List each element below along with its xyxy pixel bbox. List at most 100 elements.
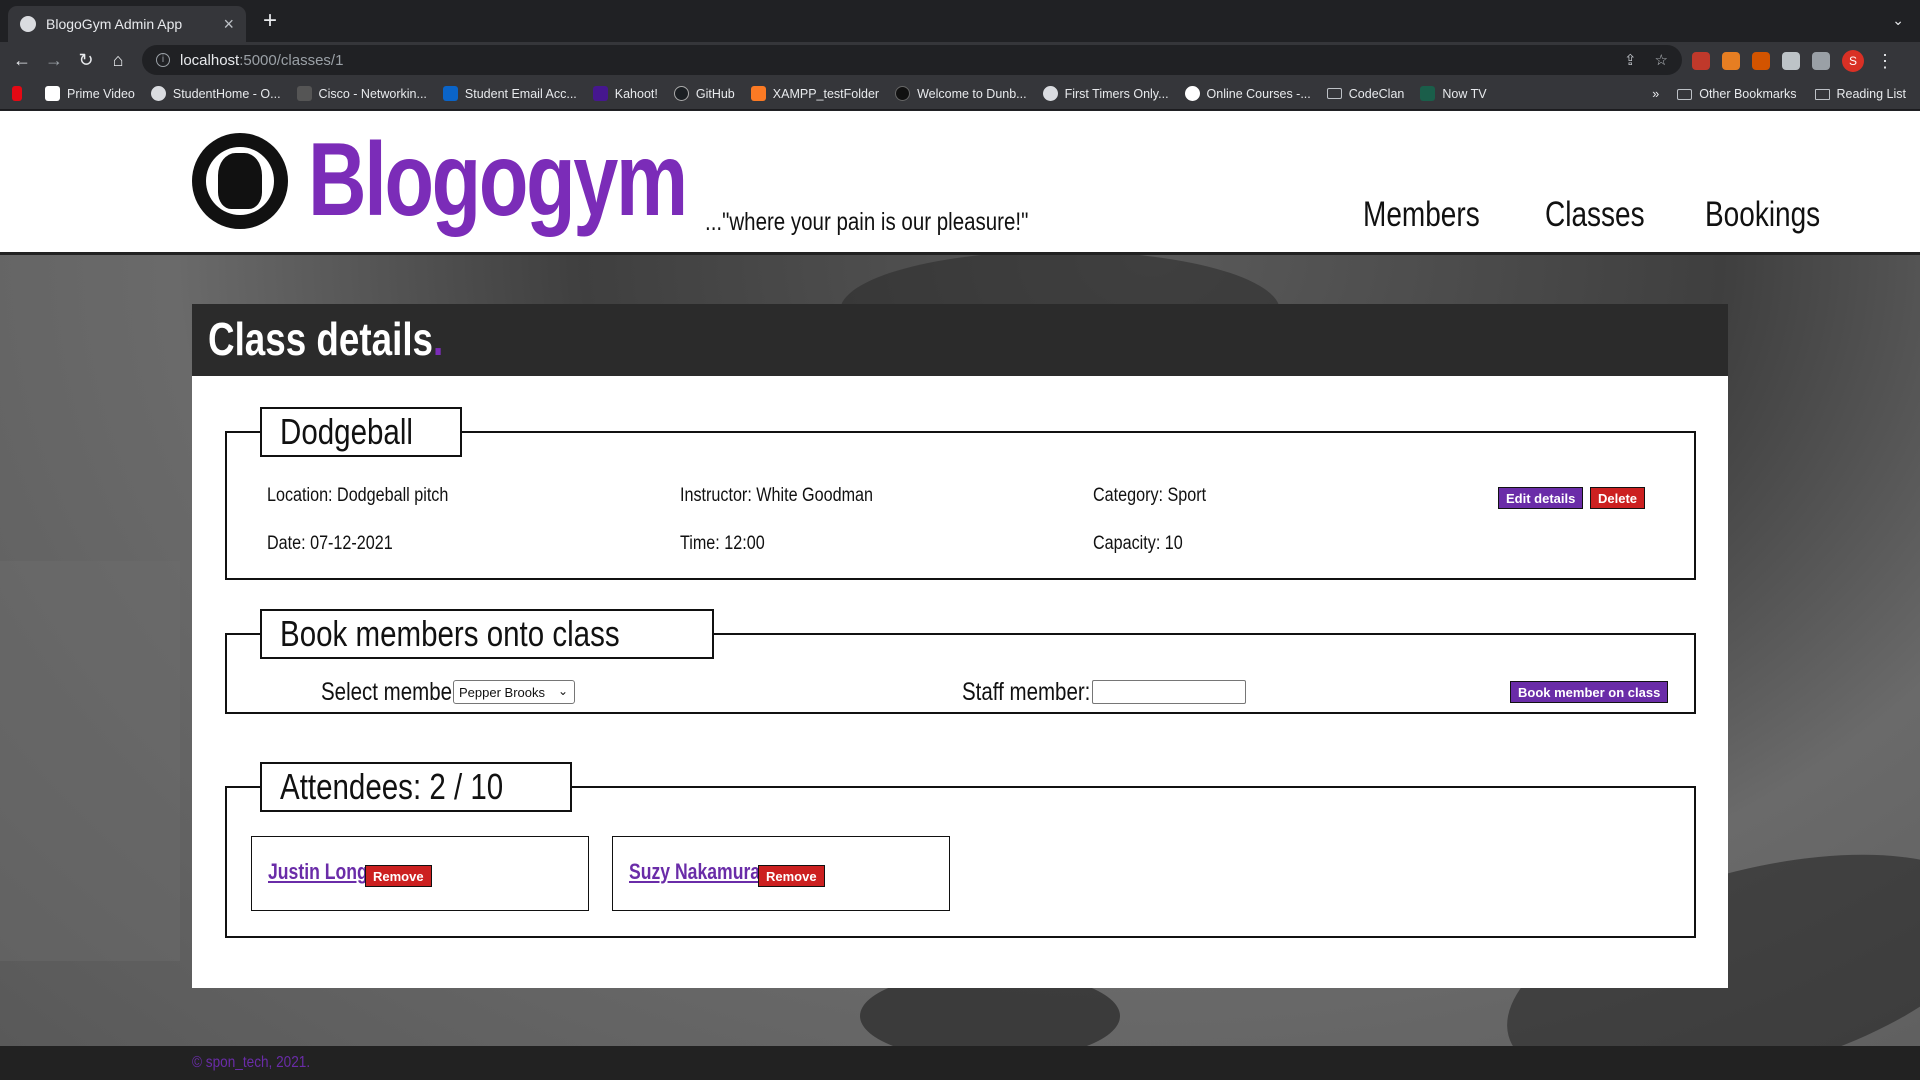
background-shape — [0, 561, 180, 961]
class-category: Category: Sport — [1093, 485, 1207, 506]
title-dot: . — [433, 313, 444, 365]
browser-menu-icon[interactable]: ⋮ — [1876, 51, 1894, 72]
nav-members[interactable]: Members — [1363, 195, 1480, 235]
bookmark-item[interactable]: First Timers Only... — [1042, 86, 1169, 101]
extensions-puzzle-icon[interactable] — [1812, 52, 1830, 70]
site-info-icon[interactable]: i — [156, 53, 170, 67]
bookmark-item[interactable]: Online Courses -... — [1184, 86, 1311, 101]
bookmark-item[interactable]: Kahoot! — [592, 86, 658, 101]
bookmark-netflix[interactable] — [12, 86, 29, 101]
nowtv-icon — [1420, 86, 1436, 101]
edit-details-button[interactable]: Edit details — [1498, 487, 1584, 509]
extension-icon-3[interactable] — [1782, 52, 1800, 70]
other-bookmarks-folder[interactable]: Other Bookmarks — [1677, 87, 1797, 101]
folder-icon — [1677, 88, 1693, 100]
chevron-down-icon: ⌄ — [557, 684, 568, 698]
open-university-icon — [1184, 86, 1200, 101]
back-icon[interactable]: ← — [10, 48, 34, 72]
site-footer: © spon_tech, 2021. — [0, 1046, 1920, 1080]
attendee-link[interactable]: Suzy Nakamura — [629, 859, 760, 885]
attendees-count: Attendees: 2 / 10 — [280, 766, 504, 807]
share-icon[interactable]: ⇪ — [1624, 51, 1637, 69]
main-nav: Members Classes Bookings — [1363, 195, 1849, 235]
select-member-label: Select member: — [321, 678, 465, 706]
class-name-legend: Dodgeball — [260, 407, 463, 457]
page-title-text: Class details — [208, 313, 434, 365]
attendee-card: Justin Long Remove — [251, 836, 589, 911]
bookmark-item[interactable]: GitHub — [673, 86, 735, 101]
staff-member-input[interactable] — [1092, 680, 1246, 704]
bookmark-item[interactable]: Prime Video — [45, 86, 135, 101]
logo-bodybuilder — [218, 153, 262, 209]
more-bookmarks-button[interactable]: » — [1652, 87, 1659, 101]
remove-attendee-button[interactable]: Remove — [758, 865, 825, 887]
footer-copyright: © spon_tech, 2021. — [192, 1054, 311, 1071]
reading-list-icon — [1814, 88, 1830, 100]
netflix-icon — [12, 86, 22, 101]
remove-attendee-button[interactable]: Remove — [365, 865, 432, 887]
tab-search-icon[interactable]: ⌄ — [1892, 12, 1904, 29]
selected-member: Pepper Brooks — [459, 684, 545, 700]
booking-legend: Book members onto class — [260, 609, 715, 659]
staff-member-label: Staff member: — [962, 678, 1091, 706]
new-tab-button[interactable]: + — [258, 9, 282, 34]
class-capacity: Capacity: 10 — [1093, 533, 1183, 554]
home-icon[interactable]: ⌂ — [106, 48, 130, 72]
kahoot-icon — [592, 86, 608, 101]
class-instructor: Instructor: White Goodman — [680, 485, 873, 506]
bookmark-item[interactable]: StudentHome - O... — [150, 86, 281, 101]
bookmarks-bar: Prime Video StudentHome - O... Cisco - N… — [0, 78, 1920, 110]
globe-icon — [20, 16, 36, 32]
booking-legend-text: Book members onto class — [280, 613, 620, 654]
nav-bookings[interactable]: Bookings — [1705, 195, 1820, 235]
address-bar[interactable]: i localhost:5000/classes/1 ⇪ ☆ — [142, 45, 1682, 75]
member-select[interactable]: Pepper Brooks ⌄ — [453, 680, 575, 704]
page-title: Class details. — [208, 312, 443, 366]
bookmark-item[interactable]: Cisco - Networkin... — [296, 86, 427, 101]
globe-icon — [1042, 86, 1058, 101]
class-details-fieldset: Dodgeball Location: Dodgeball pitch Inst… — [225, 407, 1696, 580]
panel-header: Class details. — [192, 304, 1728, 376]
extension-icon-1[interactable] — [1692, 52, 1710, 70]
forward-icon[interactable]: → — [42, 48, 66, 72]
cisco-icon — [296, 86, 312, 101]
class-name: Dodgeball — [280, 411, 413, 452]
reading-list-button[interactable]: Reading List — [1814, 87, 1906, 101]
attendee-link[interactable]: Justin Long — [268, 859, 368, 885]
bookmark-item[interactable]: Now TV — [1420, 86, 1487, 101]
panel-body: Dodgeball Location: Dodgeball pitch Inst… — [192, 376, 1728, 988]
amazon-icon — [45, 86, 60, 101]
folder-icon — [1326, 88, 1342, 99]
class-time: Time: 12:00 — [680, 533, 765, 554]
nav-classes[interactable]: Classes — [1545, 195, 1645, 235]
outlook-icon — [442, 86, 458, 101]
attendees-legend: Attendees: 2 / 10 — [260, 762, 573, 812]
logo-icon[interactable] — [192, 133, 288, 229]
dunbar-icon — [895, 86, 911, 101]
bookmark-item[interactable]: CodeClan — [1326, 87, 1404, 101]
brand-name[interactable]: Blogogym — [308, 121, 688, 240]
book-member-button[interactable]: Book member on class — [1510, 681, 1669, 703]
browser-tab[interactable]: BlogoGym Admin App × — [8, 6, 246, 42]
class-date: Date: 07-12-2021 — [267, 533, 393, 554]
bookmark-star-icon[interactable]: ☆ — [1655, 51, 1668, 69]
rss-icon[interactable] — [1722, 52, 1740, 70]
reload-icon[interactable]: ↻ — [74, 48, 98, 72]
tagline: ..."where your pain is our pleasure!" — [705, 208, 1029, 236]
attendee-card: Suzy Nakamura Remove — [612, 836, 950, 911]
attendees-fieldset: Attendees: 2 / 10 Justin Long Remove Suz… — [225, 762, 1696, 938]
delete-button[interactable]: Delete — [1590, 487, 1646, 509]
bookmark-item[interactable]: Student Email Acc... — [442, 86, 577, 101]
url-host: localhost — [180, 51, 240, 69]
extension-icon-2[interactable] — [1752, 52, 1770, 70]
profile-avatar[interactable]: S — [1842, 50, 1864, 72]
site-header: Blogogym ..."where your pain is our plea… — [0, 111, 1920, 255]
book-members-fieldset: Book members onto class Select member: P… — [225, 609, 1696, 714]
bookmark-item[interactable]: XAMPP_testFolder — [750, 86, 879, 101]
globe-icon — [150, 86, 166, 101]
url-path: :5000/classes/1 — [239, 51, 344, 69]
github-icon — [673, 86, 689, 101]
close-tab-icon[interactable]: × — [223, 14, 234, 35]
tab-title: BlogoGym Admin App — [46, 16, 183, 32]
bookmark-item[interactable]: Welcome to Dunb... — [895, 86, 1027, 101]
